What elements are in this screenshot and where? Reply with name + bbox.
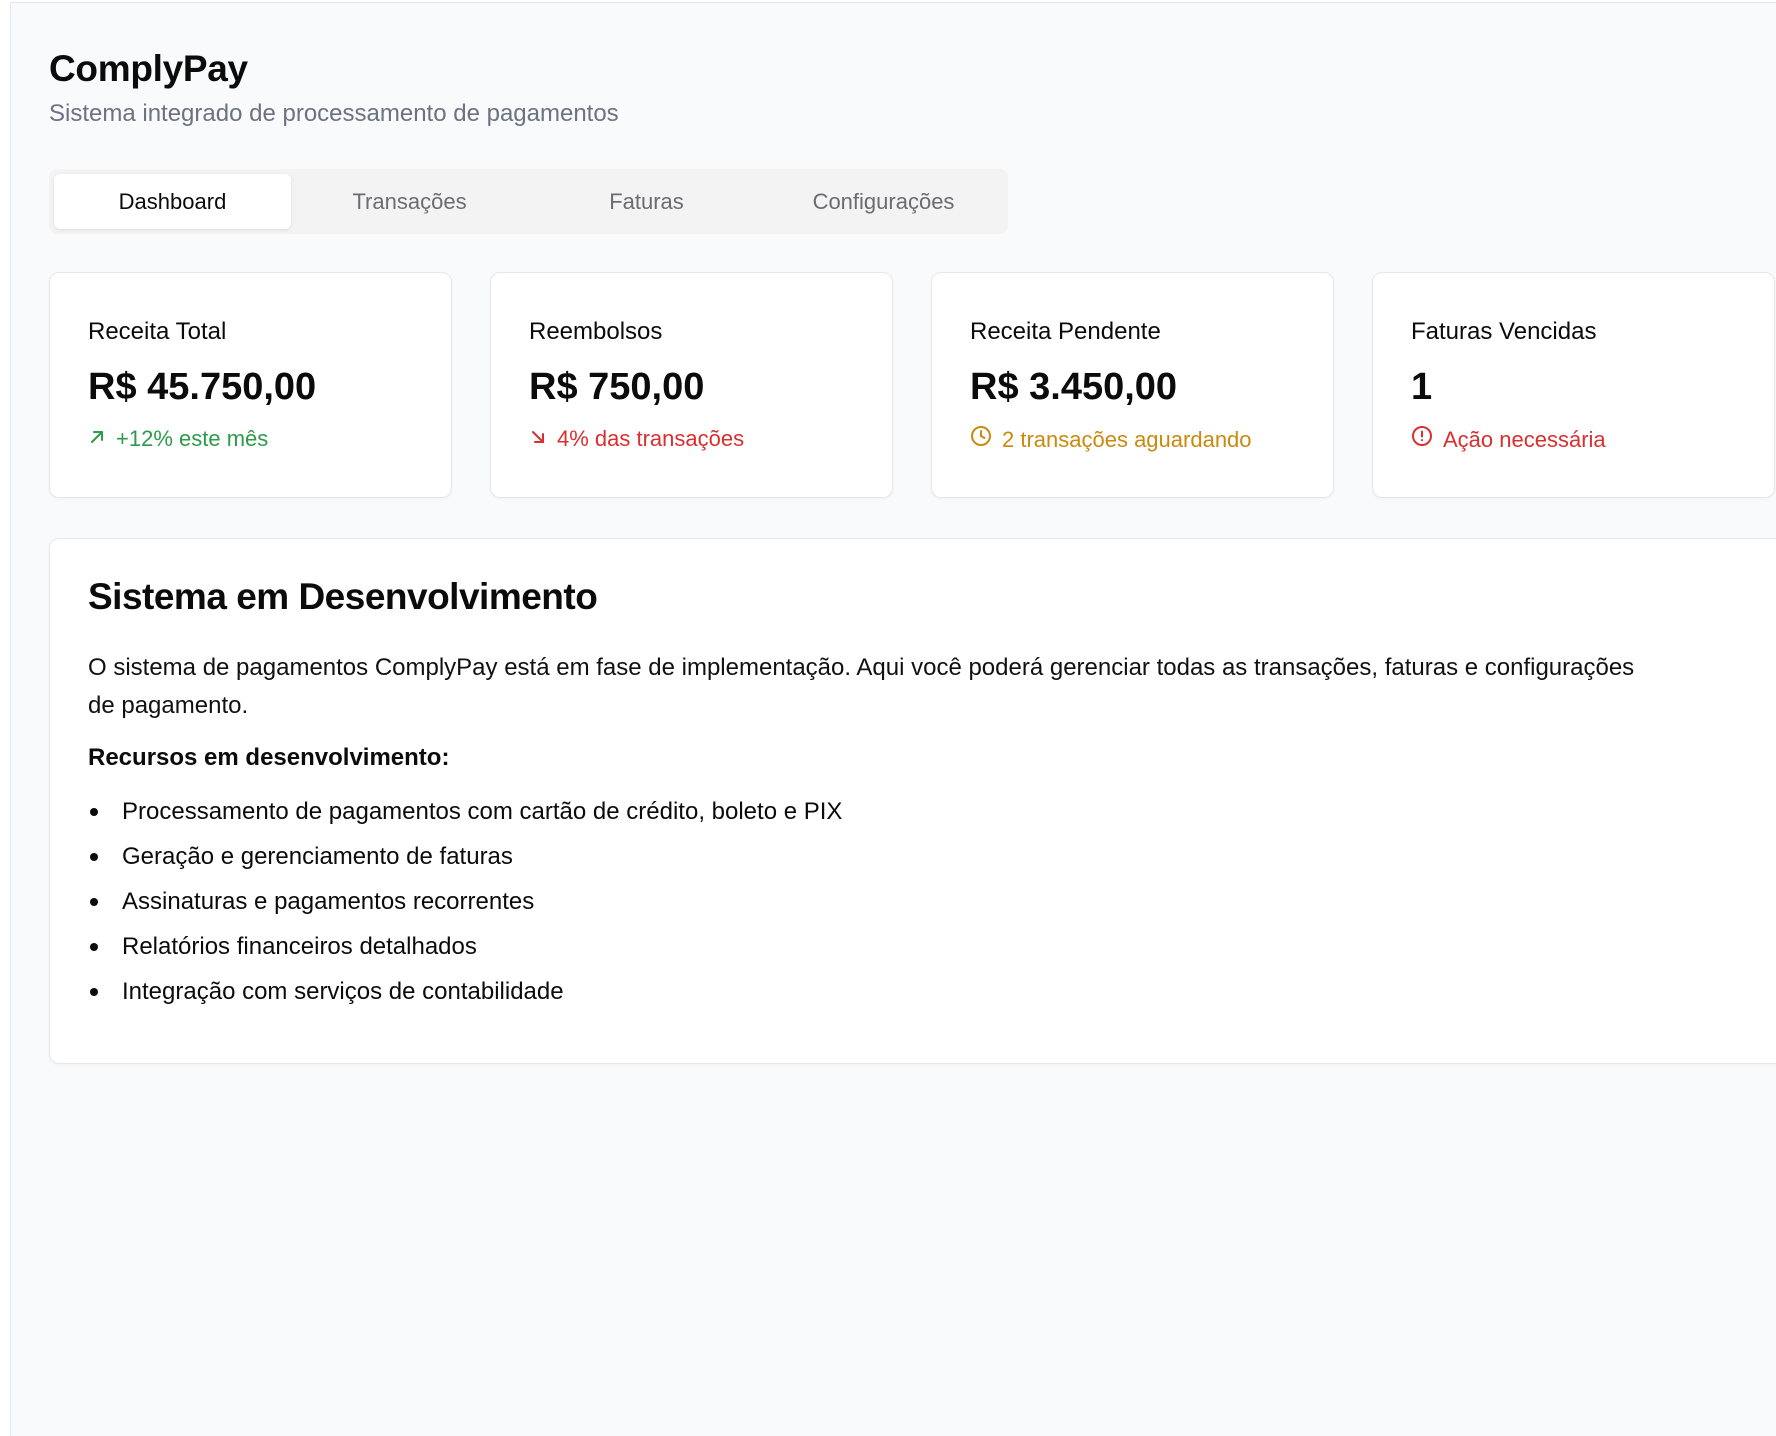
stats-cards: Receita Total R$ 45.750,00 +12% este mês… <box>49 272 1776 498</box>
stat-value: 1 <box>1411 366 1433 408</box>
tab-faturas[interactable]: Faturas <box>528 174 765 229</box>
stat-note: 2 transações aguardando <box>970 425 1295 454</box>
stat-card-receita-total: Receita Total R$ 45.750,00 +12% este mês <box>49 272 452 498</box>
alert-circle-icon <box>1411 425 1433 454</box>
stat-value: R$ 3.450,00 <box>970 366 1178 408</box>
stat-value: R$ 45.750,00 <box>88 366 317 408</box>
stat-note: +12% este mês <box>88 425 413 453</box>
list-item: Processamento de pagamentos com cartão d… <box>88 789 1776 834</box>
stat-note-text: 4% das transações <box>557 426 745 451</box>
app-title: ComplyPay <box>49 48 248 89</box>
stat-note-text: +12% este mês <box>116 426 269 451</box>
trend-up-icon <box>88 425 106 453</box>
stat-value: R$ 750,00 <box>529 366 705 408</box>
stat-card-faturas-vencidas: Faturas Vencidas 1 Ação necessária <box>1372 272 1775 498</box>
bullet-icon <box>90 988 98 996</box>
trend-down-icon <box>529 425 547 453</box>
stat-note-text: Ação necessária <box>1443 426 1606 452</box>
panel-description: O sistema de pagamentos ComplyPay está e… <box>88 654 1635 719</box>
features-list: Processamento de pagamentos com cartão d… <box>88 789 1776 1014</box>
stat-label: Faturas Vencidas <box>1411 318 1597 345</box>
stat-note: Ação necessária <box>1411 425 1736 454</box>
stat-note-text: 2 transações aguardando <box>1002 426 1252 452</box>
list-item: Assinaturas e pagamentos recorrentes <box>88 879 1776 924</box>
main-content: ComplyPay Sistema integrado de processam… <box>49 47 1776 1064</box>
bullet-icon <box>90 853 98 861</box>
list-item-text: Processamento de pagamentos com cartão d… <box>122 798 843 825</box>
development-panel: Sistema em Desenvolvimento O sistema de … <box>49 538 1776 1064</box>
bullet-icon <box>90 943 98 951</box>
list-item-text: Relatórios financeiros detalhados <box>122 933 477 960</box>
features-heading: Recursos em desenvolvimento: <box>88 744 450 771</box>
stat-card-reembolsos: Reembolsos R$ 750,00 4% das transações <box>490 272 893 498</box>
list-item-text: Assinaturas e pagamentos recorrentes <box>122 888 535 915</box>
stat-note: 4% das transações <box>529 425 854 453</box>
tab-configuracoes[interactable]: Configurações <box>765 174 1002 229</box>
list-item: Relatórios financeiros detalhados <box>88 924 1776 969</box>
list-item: Geração e gerenciamento de faturas <box>88 834 1776 879</box>
tab-bar: Dashboard Transações Faturas Configuraçõ… <box>49 169 1008 234</box>
app-subtitle: Sistema integrado de processamento de pa… <box>49 100 619 127</box>
app-window: ComplyPay Sistema integrado de processam… <box>10 2 1776 1436</box>
stat-label: Receita Pendente <box>970 318 1161 345</box>
tab-dashboard[interactable]: Dashboard <box>54 174 291 229</box>
bullet-icon <box>90 808 98 816</box>
list-item-text: Integração com serviços de contabilidade <box>122 978 564 1005</box>
list-item-text: Geração e gerenciamento de faturas <box>122 843 513 870</box>
stat-label: Reembolsos <box>529 318 663 345</box>
clock-icon <box>970 425 992 454</box>
panel-title: Sistema em Desenvolvimento <box>88 576 598 617</box>
stat-card-receita-pendente: Receita Pendente R$ 3.450,00 2 transaçõe… <box>931 272 1334 498</box>
stat-label: Receita Total <box>88 318 227 345</box>
list-item: Integração com serviços de contabilidade <box>88 969 1776 1014</box>
tab-transacoes[interactable]: Transações <box>291 174 528 229</box>
bullet-icon <box>90 898 98 906</box>
